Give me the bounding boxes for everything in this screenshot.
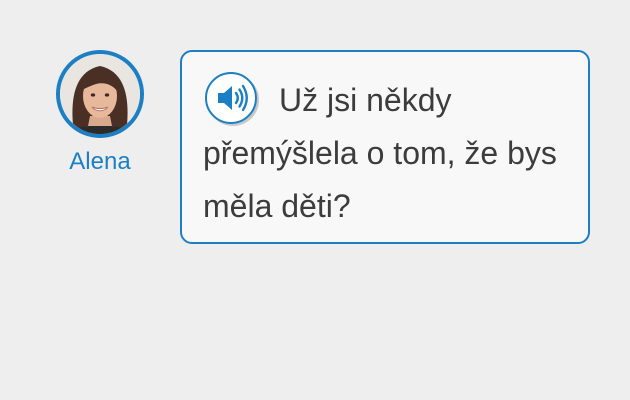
message-text: Už jsi někdy přemýšlela o tom, že bys mě…	[203, 82, 557, 224]
avatar	[56, 50, 144, 138]
speaker-name: Alena	[69, 148, 131, 175]
speech-bubble: Už jsi někdy přemýšlela o tom, že bys mě…	[180, 50, 590, 244]
avatar-photo	[60, 54, 140, 134]
